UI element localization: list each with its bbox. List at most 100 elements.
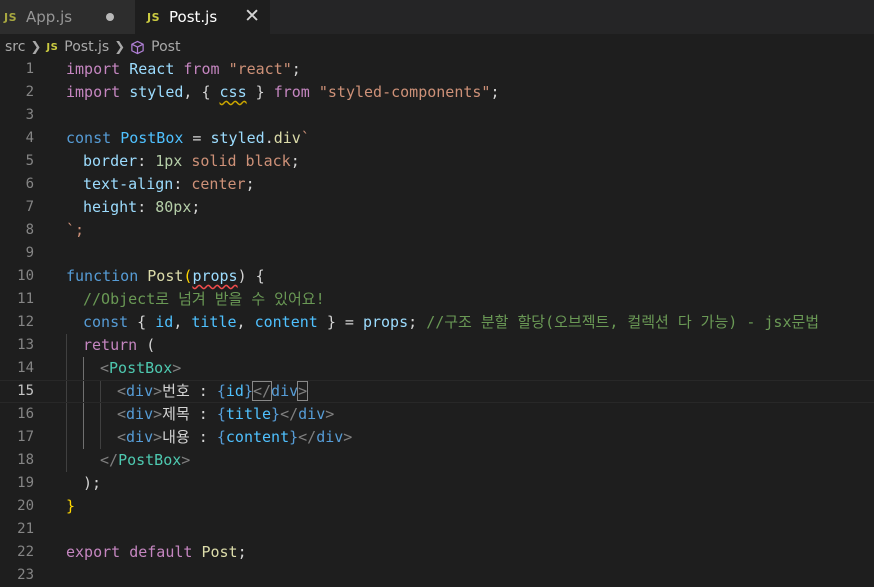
breadcrumb-file[interactable]: JS Post.js	[46, 39, 109, 55]
token: <	[100, 359, 110, 377]
token: div	[126, 382, 154, 400]
line-content: //Object로 넘겨 받을 수 있어요!	[83, 288, 325, 311]
code-line[interactable]: 19);	[0, 472, 874, 495]
line-number: 21	[17, 521, 34, 537]
tab-app-js[interactable]: JS App.js	[0, 0, 135, 34]
code-line[interactable]: 9	[0, 242, 874, 265]
line-content: `;	[66, 219, 84, 242]
token: ;	[408, 313, 427, 331]
token: , {	[183, 83, 220, 101]
token: </	[280, 405, 299, 423]
unused-import-warning[interactable]: css	[220, 83, 247, 101]
line-number: 12	[17, 314, 34, 330]
token: }	[243, 382, 253, 400]
token: from	[273, 83, 310, 101]
code-line[interactable]: 2 import styled, { css } from "styled-com…	[0, 81, 874, 104]
token: ;	[490, 83, 500, 101]
line-content: return (	[83, 334, 155, 357]
chevron-right-icon: ❯	[30, 39, 42, 55]
code-line[interactable]: 10 function Post(props) {	[0, 265, 874, 288]
token: id	[155, 313, 174, 331]
code-line[interactable]: 22 export default Post;	[0, 541, 874, 564]
line-number: 14	[17, 360, 34, 376]
code-line[interactable]: 5 border: 1px solid black;	[0, 150, 874, 173]
line-number: 23	[17, 567, 34, 583]
code-line[interactable]: 20}	[0, 495, 874, 518]
param-error-squiggle[interactable]: props	[192, 267, 237, 285]
token: text-align	[83, 175, 174, 193]
unsaved-dot-icon[interactable]	[106, 13, 114, 21]
line-content: const { id, title, content } = props; //…	[83, 311, 819, 334]
code-line[interactable]: 3	[0, 104, 874, 127]
token: 80px	[155, 198, 192, 216]
token: }	[289, 428, 299, 446]
token: solid black	[182, 152, 291, 170]
tab-post-js[interactable]: JS Post.js ✕	[135, 0, 270, 34]
token: styled	[210, 129, 265, 147]
line-number: 10	[17, 268, 34, 284]
line-number: 22	[17, 544, 34, 560]
token: >	[181, 451, 191, 469]
code-line[interactable]: 11 //Object로 넘겨 받을 수 있어요!	[0, 288, 874, 311]
token: div	[271, 382, 299, 400]
line-number: 4	[25, 130, 34, 146]
token: =	[183, 129, 211, 147]
token: from	[183, 60, 220, 78]
token: :	[137, 152, 156, 170]
token: height	[83, 198, 138, 216]
token: <	[117, 382, 127, 400]
code-line[interactable]: 8 `;	[0, 219, 874, 242]
token: ;	[237, 543, 247, 561]
tab-label: App.js	[26, 8, 73, 26]
code-line[interactable]: 23	[0, 564, 874, 587]
code-line[interactable]: 12 const { id, title, content } = props; …	[0, 311, 874, 334]
line-content: <div>번호 : {id}</div>	[117, 381, 309, 402]
token: styled	[129, 83, 184, 101]
breadcrumb-folder[interactable]: src	[5, 39, 25, 55]
code-line[interactable]: 1 import React from "react";	[0, 58, 874, 81]
token: import	[66, 83, 121, 101]
code-line-current[interactable]: 15 <div>번호 : {id}</div>	[0, 380, 874, 403]
javascript-file-icon: JS	[147, 10, 161, 24]
line-content: export default Post;	[66, 541, 247, 564]
token: export	[66, 543, 121, 561]
token: >	[172, 359, 182, 377]
token: const	[66, 129, 112, 147]
line-content: border: 1px solid black;	[83, 150, 300, 173]
code-editor[interactable]: 1 import React from "react"; 2 import styl…	[0, 58, 874, 583]
token: 내용 :	[162, 428, 217, 446]
code-line[interactable]: 16 <div>제목 : {title}</div>	[0, 403, 874, 426]
code-line[interactable]: 18 </PostBox>	[0, 449, 874, 472]
token: <	[117, 428, 127, 446]
close-icon[interactable]: ✕	[244, 5, 260, 27]
line-content: <PostBox>	[100, 357, 181, 380]
code-line[interactable]: 13 return (	[0, 334, 874, 357]
line-content: function Post(props) {	[66, 265, 265, 288]
token: 번호 :	[162, 382, 217, 400]
code-line[interactable]: 14 <PostBox>	[0, 357, 874, 380]
token: Post	[147, 267, 184, 285]
code-line[interactable]: 7 height: 80px;	[0, 196, 874, 219]
line-number: 19	[17, 475, 34, 491]
line-number: 11	[17, 291, 34, 307]
token: {	[128, 313, 156, 331]
breadcrumb: src ❯ JS Post.js ❯ Post	[0, 36, 874, 58]
token: }	[271, 405, 281, 423]
chevron-right-icon: ❯	[114, 39, 126, 55]
breadcrumb-symbol-label: Post	[151, 39, 181, 55]
code-line[interactable]: 21	[0, 518, 874, 541]
line-number: 9	[25, 245, 34, 261]
line-content: }	[66, 495, 75, 518]
token: div	[298, 405, 326, 423]
bracket-match-highlight: >	[297, 381, 309, 401]
breadcrumb-symbol[interactable]: Post	[130, 39, 180, 55]
symbol-class-icon	[131, 40, 144, 54]
line-number: 8	[25, 222, 34, 238]
code-line[interactable]: 4 const PostBox = styled.div`	[0, 127, 874, 150]
breadcrumb-file-label: Post.js	[64, 39, 110, 55]
token: import	[66, 60, 121, 78]
code-line[interactable]: 6 text-align: center;	[0, 173, 874, 196]
token: ;	[291, 60, 301, 78]
token: .	[264, 129, 274, 147]
code-line[interactable]: 17 <div>내용 : {content}</div>	[0, 426, 874, 449]
